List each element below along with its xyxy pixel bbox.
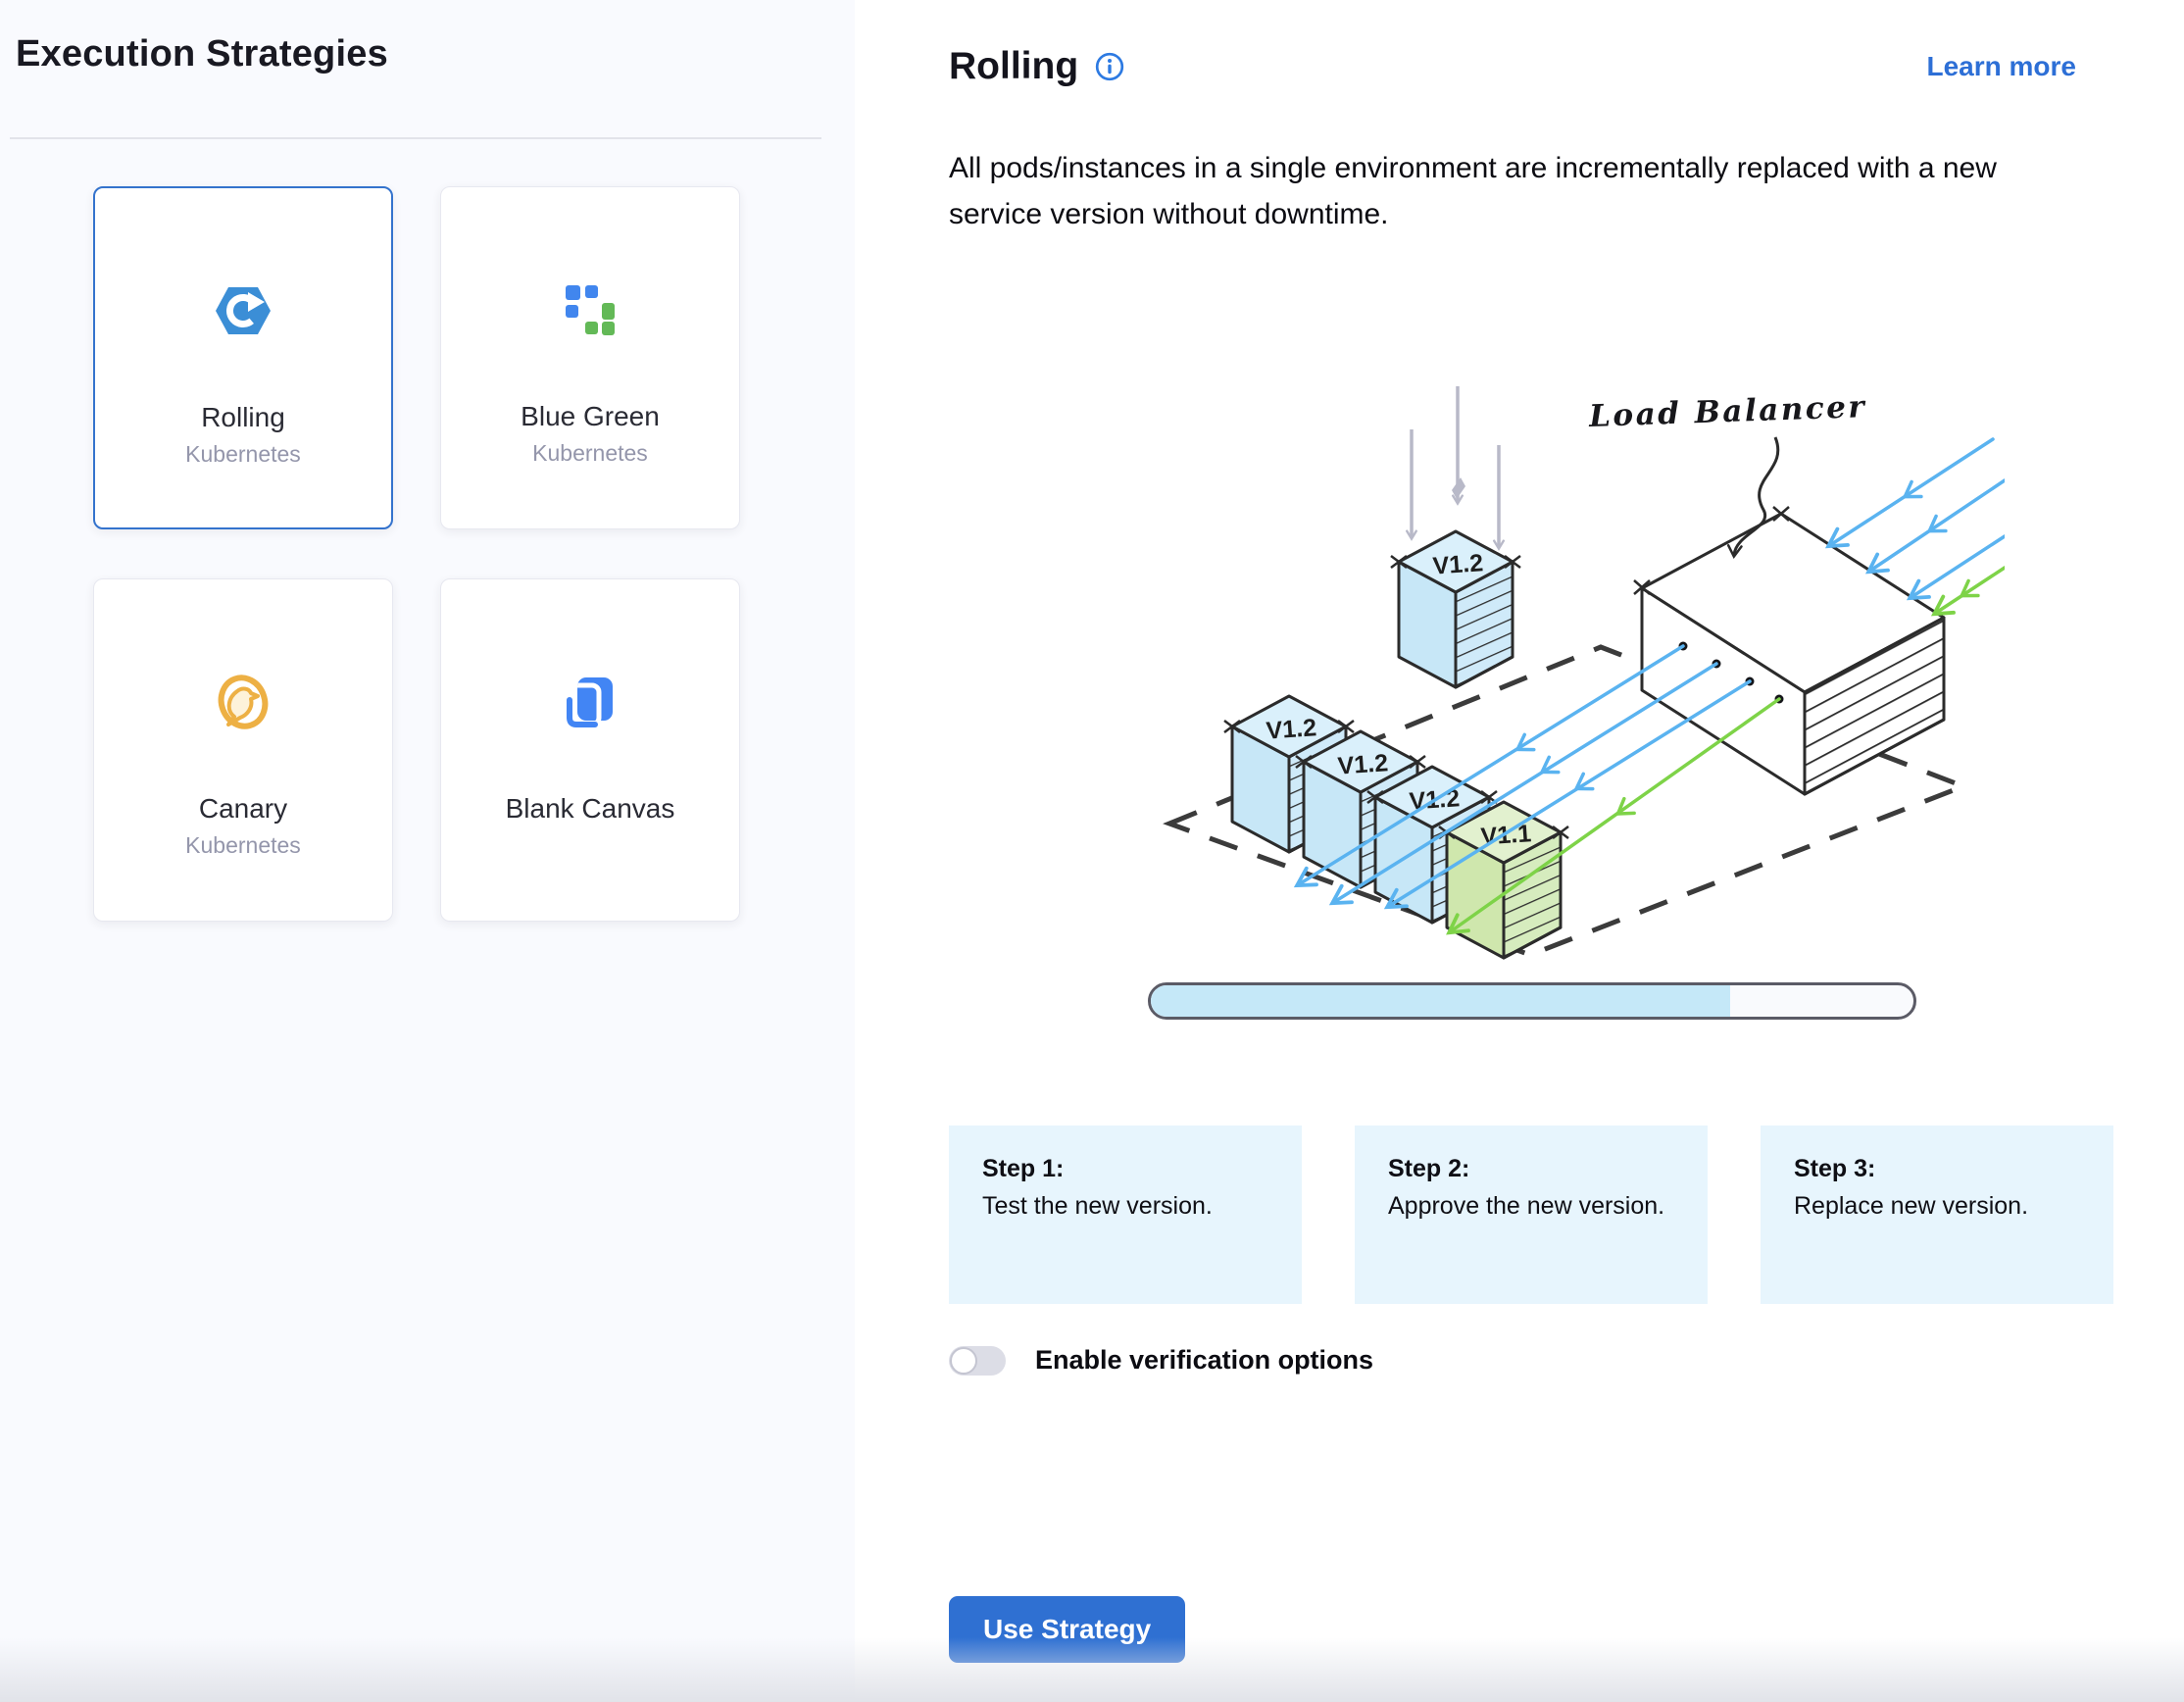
step-title: Step 2: <box>1388 1155 1674 1183</box>
strategy-description: All pods/instances in a single environme… <box>949 145 2096 237</box>
pod-cube-v12-incoming: V1.2 <box>1391 531 1520 687</box>
verification-toggle[interactable] <box>949 1346 1006 1376</box>
strategy-card-sublabel: Kubernetes <box>441 440 739 467</box>
strategy-card-canary[interactable]: Canary Kubernetes <box>93 578 393 922</box>
page-title: Execution Strategies <box>16 33 388 75</box>
rolling-icon <box>95 278 391 343</box>
strategy-card-rolling[interactable]: Rolling Kubernetes <box>93 186 393 529</box>
strategy-card-label: Blank Canvas <box>441 793 739 825</box>
strategy-card-sublabel: Kubernetes <box>95 441 391 468</box>
progress-fill <box>1151 985 1730 1017</box>
step-title: Step 1: <box>982 1155 1268 1183</box>
strategy-card-grid: Rolling Kubernetes Blue Green Kubernetes <box>93 186 740 922</box>
deploy-strings <box>1412 386 1499 547</box>
step-card-1: Step 1: Test the new version. <box>949 1126 1302 1304</box>
execution-strategies-panel: Execution Strategies Rolling Kubernetes <box>0 0 855 1702</box>
detail-header: Rolling Learn more <box>949 45 2076 88</box>
strategy-card-label: Blue Green <box>441 401 739 432</box>
load-balancer-label: Load Balancer <box>1588 389 1867 434</box>
strategy-card-label: Rolling <box>95 402 391 433</box>
svg-text:V1.2: V1.2 <box>1432 549 1484 580</box>
rolling-deployment-illustration: V1.2 V1.2 V1.2 V1.1 <box>1142 335 2005 963</box>
step-text: Approve the new version. <box>1388 1192 1674 1221</box>
step-card-3: Step 3: Replace new version. <box>1761 1126 2113 1304</box>
step-card-2: Step 2: Approve the new version. <box>1355 1126 1708 1304</box>
blank-canvas-icon <box>441 670 739 734</box>
toggle-knob <box>950 1347 977 1375</box>
svg-text:V1.2: V1.2 <box>1337 749 1389 780</box>
load-balancer-box <box>1634 507 1944 794</box>
verification-toggle-label: Enable verification options <box>1035 1345 1373 1376</box>
strategy-card-label: Canary <box>94 793 392 825</box>
step-title: Step 3: <box>1794 1155 2080 1183</box>
learn-more-link[interactable]: Learn more <box>1927 51 2077 82</box>
verification-toggle-row: Enable verification options <box>949 1345 1373 1376</box>
info-icon[interactable] <box>1094 51 1125 82</box>
divider <box>10 137 821 139</box>
step-card-row: Step 1: Test the new version. Step 2: Ap… <box>949 1126 2113 1304</box>
rollout-progress-bar <box>1148 982 1916 1020</box>
use-strategy-button[interactable]: Use Strategy <box>949 1596 1185 1663</box>
canary-icon <box>94 670 392 734</box>
strategy-card-sublabel: Kubernetes <box>94 832 392 859</box>
strategy-detail-panel: Rolling Learn more All pods/instances in… <box>855 0 2184 1702</box>
strategy-card-blue-green[interactable]: Blue Green Kubernetes <box>440 186 740 529</box>
blue-green-icon <box>441 277 739 342</box>
strategy-card-blank-canvas[interactable]: Blank Canvas <box>440 578 740 922</box>
step-text: Replace new version. <box>1794 1192 2080 1221</box>
step-text: Test the new version. <box>982 1192 1268 1221</box>
svg-text:V1.2: V1.2 <box>1266 714 1317 745</box>
strategy-title: Rolling <box>949 45 1078 88</box>
